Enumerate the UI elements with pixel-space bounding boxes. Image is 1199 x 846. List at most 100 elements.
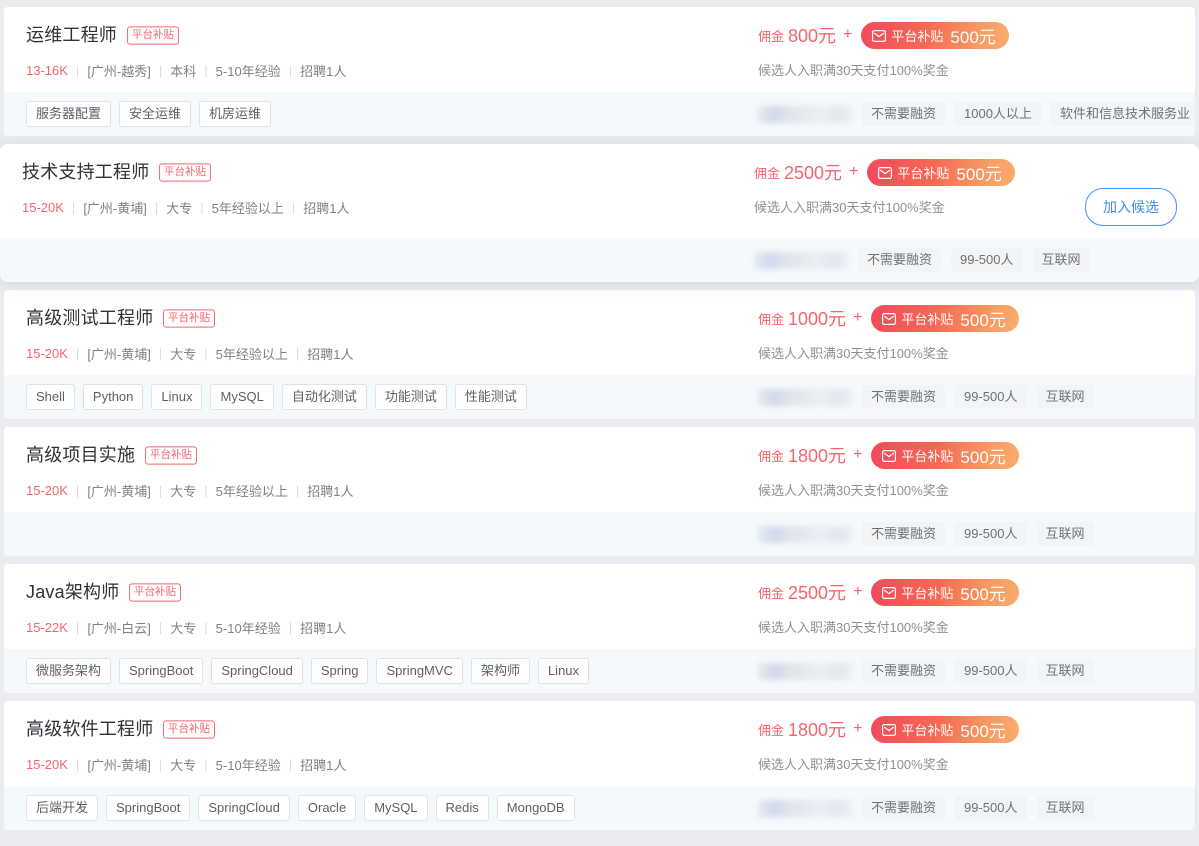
skill-tag: Oracle [297, 795, 357, 821]
job-title[interactable]: Java架构师 [26, 579, 119, 605]
skill-tag: Spring [310, 658, 369, 684]
job-card[interactable]: Java架构师 平台补贴 15-22K | [广州-白云] | 大专 | 5-10年经验 | 招聘1… [4, 564, 1195, 693]
skill-tag: MongoDB [496, 795, 575, 821]
commission-row: 佣金 800元 + 平台补贴 500元 [758, 21, 1033, 49]
meta-separator: | [295, 346, 300, 361]
skill-tag: 服务器配置 [26, 101, 112, 127]
job-title-row: 高级测试工程师 平台补贴 [26, 304, 686, 332]
skill-tag-list: Shell Python Linux MySQL 自动化测试 功能测试 性能测试 [26, 384, 686, 410]
company-name-redacted [754, 251, 848, 269]
commission-plus-sign: + [853, 309, 863, 326]
job-card-body: 技术支持工程师 平台补贴 15-20K | [广州-黄埔] | 大专 | 5年经验以上 | 招聘1人… [0, 144, 1199, 238]
job-title[interactable]: 高级测试工程师 [26, 305, 153, 331]
skill-tag: Redis [435, 795, 489, 821]
job-salary: 13-16K [26, 63, 68, 78]
job-title[interactable]: 运维工程师 [26, 22, 117, 48]
job-title-row: 运维工程师 平台补贴 [26, 21, 686, 49]
skill-tag: 功能测试 [374, 384, 447, 410]
commission-payout-note: 候选人入职满30天支付100%奖金 [758, 483, 949, 498]
job-title-row: 技术支持工程师 平台补贴 [22, 158, 682, 186]
platform-subsidy-badge: 平台补贴 [159, 162, 212, 182]
skill-tag-list: 微服务架构 SpringBoot SpringCloud Spring SpringMV… [26, 658, 686, 684]
subsidy-pill-label: 平台补贴 [897, 165, 950, 181]
meta-separator: | [288, 63, 293, 78]
job-summary: 运维工程师 平台补贴 13-16K | [广州-越秀] | 本科 | 5-10年经验 | 招聘1人 [26, 21, 686, 80]
job-education: 大专 [170, 347, 197, 362]
job-actions [1033, 441, 1173, 471]
add-to-candidates-button[interactable]: 加入候选 [1085, 188, 1177, 226]
company-tag: 软件和信息技术服务业 [1050, 102, 1195, 126]
job-meta-row: 15-20K | [广州-黄埔] | 大专 | 5年经验以上 | 招聘1人 [26, 481, 686, 500]
company-tag: 不需要融资 [862, 522, 946, 546]
job-card[interactable]: 高级软件工程师 平台补贴 15-20K | [广州-黄埔] | 大专 | 5-10年经验 | 招聘1… [4, 701, 1195, 830]
subsidy-pill-label: 平台补贴 [901, 722, 954, 738]
subsidy-pill-amount: 500元 [960, 721, 1006, 741]
job-location: [广州-黄埔] [87, 347, 151, 362]
company-name-redacted [758, 105, 852, 123]
commission-amount: 2500元 [784, 163, 843, 183]
company-tag: 1000人以上 [955, 102, 1041, 126]
job-card-footer: 不需要融资 99-500人 互联网 [0, 238, 1199, 282]
platform-subsidy-pill: 平台补贴 500元 [867, 158, 1015, 186]
subsidy-pill-amount: 500元 [960, 310, 1006, 330]
meta-separator: | [158, 63, 163, 78]
company-info: 不需要融资 99-500人 互联网 [686, 659, 1173, 683]
skill-tag: 机房运维 [199, 101, 272, 127]
platform-subsidy-badge: 平台补贴 [163, 719, 216, 739]
skill-tag: SpringCloud [198, 795, 290, 821]
envelope-icon [878, 166, 893, 180]
job-title[interactable]: 技术支持工程师 [22, 159, 149, 185]
meta-separator: | [75, 620, 80, 635]
platform-subsidy-pill: 平台补贴 500元 [871, 715, 1019, 743]
skill-tag: SpringMVC [376, 658, 463, 684]
commission-block: 佣金 1800元 + 平台补贴 500元 候选人入职满30天支付100%奖金 [686, 715, 1033, 773]
commission-amount: 800元 [788, 26, 837, 46]
job-education: 大专 [170, 621, 197, 636]
company-info: 不需要融资 99-500人 互联网 [686, 385, 1173, 409]
job-title-row: Java架构师 平台补贴 [26, 578, 686, 606]
skill-tag: 后端开发 [26, 795, 99, 821]
job-title[interactable]: 高级项目实施 [26, 442, 135, 468]
commission-block: 佣金 1000元 + 平台补贴 500元 候选人入职满30天支付100%奖金 [686, 304, 1033, 362]
meta-separator: | [204, 483, 208, 498]
job-card[interactable]: 高级测试工程师 平台补贴 15-20K | [广州-黄埔] | 大专 | 5年经验以上 | 招聘1人… [4, 290, 1195, 419]
job-card-body: 高级测试工程师 平台补贴 15-20K | [广州-黄埔] | 大专 | 5年经验以上 | 招聘1人… [4, 290, 1195, 375]
job-card[interactable]: 高级项目实施 平台补贴 15-20K | [广州-黄埔] | 大专 | 5年经验以上 | 招聘1人佣… [4, 427, 1195, 556]
job-card-body: 高级软件工程师 平台补贴 15-20K | [广州-黄埔] | 大专 | 5-10年经验 | 招聘1… [4, 701, 1195, 786]
commission-plus-sign: + [849, 163, 859, 180]
envelope-icon [882, 449, 897, 463]
meta-separator: | [204, 63, 208, 78]
platform-subsidy-badge: 平台补贴 [127, 25, 179, 45]
company-tag: 不需要融资 [862, 659, 946, 683]
skill-tag: Shell [26, 384, 75, 410]
company-tag: 99-500人 [951, 248, 1023, 272]
job-actions: 加入候选 [1037, 158, 1177, 226]
skill-tag: 微服务架构 [26, 658, 112, 684]
subsidy-pill-label: 平台补贴 [891, 28, 944, 44]
job-card-footer: 不需要融资 99-500人 互联网 [4, 512, 1195, 556]
meta-separator: | [158, 620, 163, 635]
meta-separator: | [295, 483, 300, 498]
commission-label: 佣金 [758, 722, 785, 738]
job-experience: 5年经验以上 [215, 484, 288, 499]
job-experience: 5年经验以上 [215, 347, 288, 362]
commission-amount: 1800元 [788, 720, 847, 740]
commission-plus-sign: + [853, 446, 863, 463]
skill-tag: MySQL [210, 384, 274, 410]
commission-block: 佣金 800元 + 平台补贴 500元 候选人入职满30天支付100%奖金 [686, 21, 1033, 79]
job-actions [1033, 304, 1173, 334]
job-education: 大专 [170, 484, 197, 499]
job-location: [广州-黄埔] [87, 484, 151, 499]
commission-row: 佣金 2500元 + 平台补贴 500元 [758, 578, 1033, 606]
job-title[interactable]: 高级软件工程师 [26, 716, 153, 742]
company-tag: 互联网 [1032, 248, 1090, 272]
platform-subsidy-badge: 平台补贴 [145, 445, 198, 465]
job-title-row: 高级项目实施 平台补贴 [26, 441, 686, 469]
job-meta-row: 13-16K | [广州-越秀] | 本科 | 5-10年经验 | 招聘1人 [26, 61, 686, 80]
envelope-icon [882, 723, 897, 737]
meta-separator: | [204, 346, 208, 361]
meta-separator: | [204, 757, 208, 772]
job-card[interactable]: 运维工程师 平台补贴 13-16K | [广州-越秀] | 本科 | 5-10年经验 | 招聘1人佣… [4, 7, 1195, 136]
subsidy-pill-amount: 500元 [956, 164, 1002, 184]
job-card[interactable]: 技术支持工程师 平台补贴 15-20K | [广州-黄埔] | 大专 | 5年经验以上 | 招聘1人… [0, 144, 1199, 282]
